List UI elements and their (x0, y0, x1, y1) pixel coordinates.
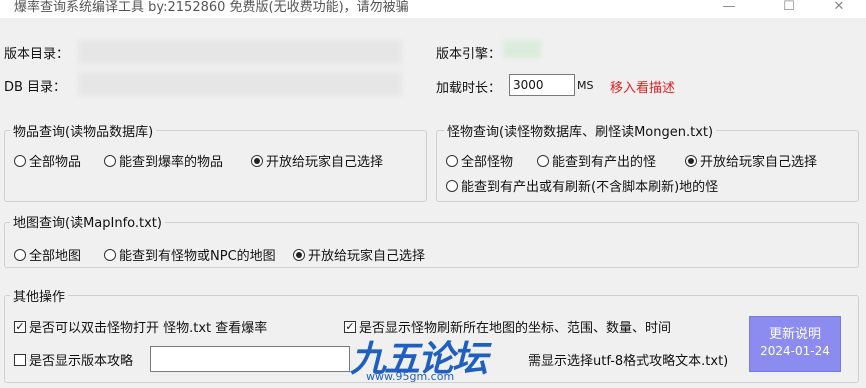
update-notes-button[interactable]: 更新说明 2024-01-24 (749, 316, 841, 372)
radio-circle-icon (104, 248, 116, 261)
maximize-button[interactable]: ☐ (766, 0, 812, 18)
map-radio-player-choice[interactable]: 开放给玩家自己选择 (293, 245, 425, 264)
db-dir-label: DB 目录： (4, 80, 67, 95)
forum-url-watermark: www.95gm.com (366, 370, 455, 383)
window-title: 爆率查询系统编译工具 by:2152860 免费版(无收费功能)，请勿被骗 (14, 0, 409, 15)
update-notes-date: 2024-01-24 (760, 344, 830, 358)
radio-selected-icon (293, 248, 305, 261)
title-bar: 爆率查询系统编译工具 by:2152860 免费版(无收费功能)，请勿被骗 — … (0, 0, 866, 18)
radio-selected-icon (251, 154, 263, 167)
map-radio-with-monsters[interactable]: 能查到有怪物或NPC的地图 (104, 245, 276, 264)
radio-circle-icon (537, 154, 549, 167)
radio-selected-icon (685, 154, 697, 167)
items-group-title: 物品查询(读物品数据库) (10, 121, 157, 140)
load-time-input[interactable]: 3000 (509, 74, 575, 96)
minimize-button[interactable]: — (706, 0, 752, 18)
version-dir-label: 版本目录： (4, 47, 70, 62)
update-notes-label: 更新说明 (768, 327, 821, 342)
load-time-unit: MS (577, 79, 594, 92)
map-radio-all[interactable]: 全部地图 (14, 245, 81, 264)
close-button[interactable]: ✕ (816, 0, 862, 18)
monster-radio-drops-or-spawn[interactable]: 能查到有产出或有刷新(不含脚本刷新)地的怪 (446, 176, 718, 195)
double-click-monster-checkbox[interactable]: ✓ 是否可以双击怪物打开 怪物.txt 查看爆率 (14, 317, 267, 336)
engine-value (503, 40, 541, 58)
load-time-label: 加载时长： (436, 81, 502, 96)
db-dir-field[interactable] (78, 72, 402, 96)
guide-file-input[interactable] (150, 346, 350, 372)
map-group-title: 地图查询(读MapInfo.txt) (10, 212, 165, 231)
version-dir-field[interactable] (78, 40, 402, 64)
radio-circle-icon (446, 154, 458, 167)
show-guide-checkbox[interactable]: 是否显示版本攻略 (14, 350, 133, 369)
guide-hint-text: 需显示选择utf-8格式攻略文本.txt) (528, 354, 729, 369)
checkbox-unchecked-icon (14, 353, 26, 366)
checkbox-checked-icon: ✓ (14, 319, 26, 333)
monster-radio-all[interactable]: 全部怪物 (446, 151, 513, 170)
monster-radio-player-choice[interactable]: 开放给玩家自己选择 (685, 151, 817, 170)
radio-circle-icon (104, 154, 116, 167)
items-radio-with-drops[interactable]: 能查到爆率的物品 (104, 151, 223, 170)
monster-group-title: 怪物查询(读怪物数据库、刷怪读Mongen.txt) (444, 121, 717, 140)
radio-circle-icon (14, 154, 26, 167)
items-radio-player-choice[interactable]: 开放给玩家自己选择 (251, 151, 383, 170)
radio-circle-icon (446, 179, 458, 192)
hover-hint-text[interactable]: 移入看描述 (610, 77, 675, 96)
radio-circle-icon (14, 248, 26, 261)
other-group-title: 其他操作 (10, 286, 69, 305)
monster-radio-with-drops[interactable]: 能查到有产出的怪 (537, 151, 656, 170)
items-radio-all[interactable]: 全部物品 (14, 151, 81, 170)
engine-label: 版本引擎： (436, 47, 502, 62)
